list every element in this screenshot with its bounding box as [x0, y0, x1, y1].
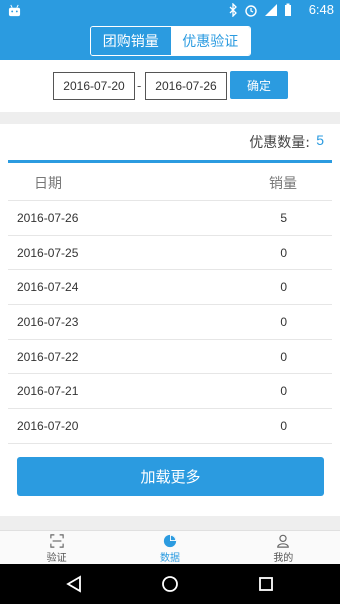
- row-date: 2016-07-23: [17, 315, 79, 330]
- row-date: 2016-07-21: [17, 384, 79, 399]
- start-date-field[interactable]: 2016-07-20: [53, 72, 135, 100]
- bottom-tab-label: 数据: [159, 553, 180, 564]
- recents-icon[interactable]: [256, 574, 276, 594]
- table-row: 2016-07-23 0: [8, 305, 332, 340]
- row-sales: 0: [280, 280, 287, 295]
- column-header-sales: 销量: [269, 176, 297, 192]
- header: 团购销量 优惠验证: [0, 22, 340, 60]
- back-icon[interactable]: [64, 574, 84, 594]
- coupon-summary: 优惠数量: 5: [0, 124, 340, 160]
- tab-group-buy-sales[interactable]: 团购销量: [91, 27, 171, 55]
- row-sales: 5: [280, 211, 287, 225]
- bottom-tab-data[interactable]: 数据: [113, 531, 226, 564]
- pie-chart-icon: [163, 534, 177, 548]
- row-sales: 0: [280, 419, 287, 434]
- bottom-tab-mine[interactable]: 我的: [227, 531, 340, 564]
- row-date: 2016-07-26: [17, 211, 79, 225]
- system-nav-bar: [0, 564, 340, 604]
- table-row: 2016-07-26 5: [8, 201, 332, 236]
- row-sales: 0: [280, 245, 287, 260]
- scan-icon: [49, 534, 64, 548]
- row-sales: 0: [280, 349, 287, 364]
- bottom-tab-label: 验证: [46, 553, 67, 564]
- segmented-tabs: 团购销量 优惠验证: [90, 26, 251, 56]
- row-sales: 0: [280, 315, 287, 330]
- section-divider: [0, 112, 340, 124]
- row-date: 2016-07-25: [17, 245, 79, 260]
- table-row: 2016-07-24 0: [8, 270, 332, 306]
- row-sales: 0: [280, 384, 287, 399]
- bottom-tab-verify[interactable]: 验证: [0, 531, 113, 564]
- sales-table: 2016-07-26 5 2016-07-25 0 2016-07-24 0 2…: [8, 201, 332, 444]
- bottom-tab-bar: 验证 数据 我的: [0, 530, 340, 564]
- column-header-date: 日期: [34, 176, 62, 192]
- table-row: 2016-07-21 0: [8, 374, 332, 410]
- person-icon: [277, 534, 290, 548]
- tab-coupon-verify[interactable]: 优惠验证: [170, 27, 250, 55]
- coupon-count-label: 优惠数量:: [249, 135, 310, 151]
- table-row: 2016-07-25 0: [8, 236, 332, 271]
- date-filter: 2016-07-20 - 2016-07-26 确定: [0, 60, 340, 112]
- battery-icon: [284, 2, 292, 21]
- table-row: 2016-07-22 0: [8, 340, 332, 375]
- load-more-button[interactable]: 加载更多: [17, 457, 324, 496]
- signal-lte-icon: [264, 2, 278, 21]
- status-bar: 6:48: [0, 0, 340, 22]
- confirm-button[interactable]: 确定: [230, 71, 288, 99]
- bluetooth-icon: [229, 1, 238, 21]
- android-icon: [8, 4, 21, 17]
- table-header: 日期 销量: [8, 163, 332, 201]
- bottom-tab-label: 我的: [273, 553, 294, 564]
- row-date: 2016-07-20: [17, 419, 79, 434]
- home-icon[interactable]: [160, 574, 180, 594]
- coupon-count-value: 5: [316, 132, 324, 148]
- alarm-icon: [244, 2, 258, 21]
- end-date-field[interactable]: 2016-07-26: [145, 72, 227, 100]
- section-divider: [0, 516, 340, 530]
- table-row: 2016-07-20 0: [8, 409, 332, 444]
- clock-time: 6:48: [308, 2, 334, 17]
- row-date: 2016-07-24: [17, 280, 79, 295]
- date-separator: -: [137, 79, 142, 93]
- row-date: 2016-07-22: [17, 349, 79, 364]
